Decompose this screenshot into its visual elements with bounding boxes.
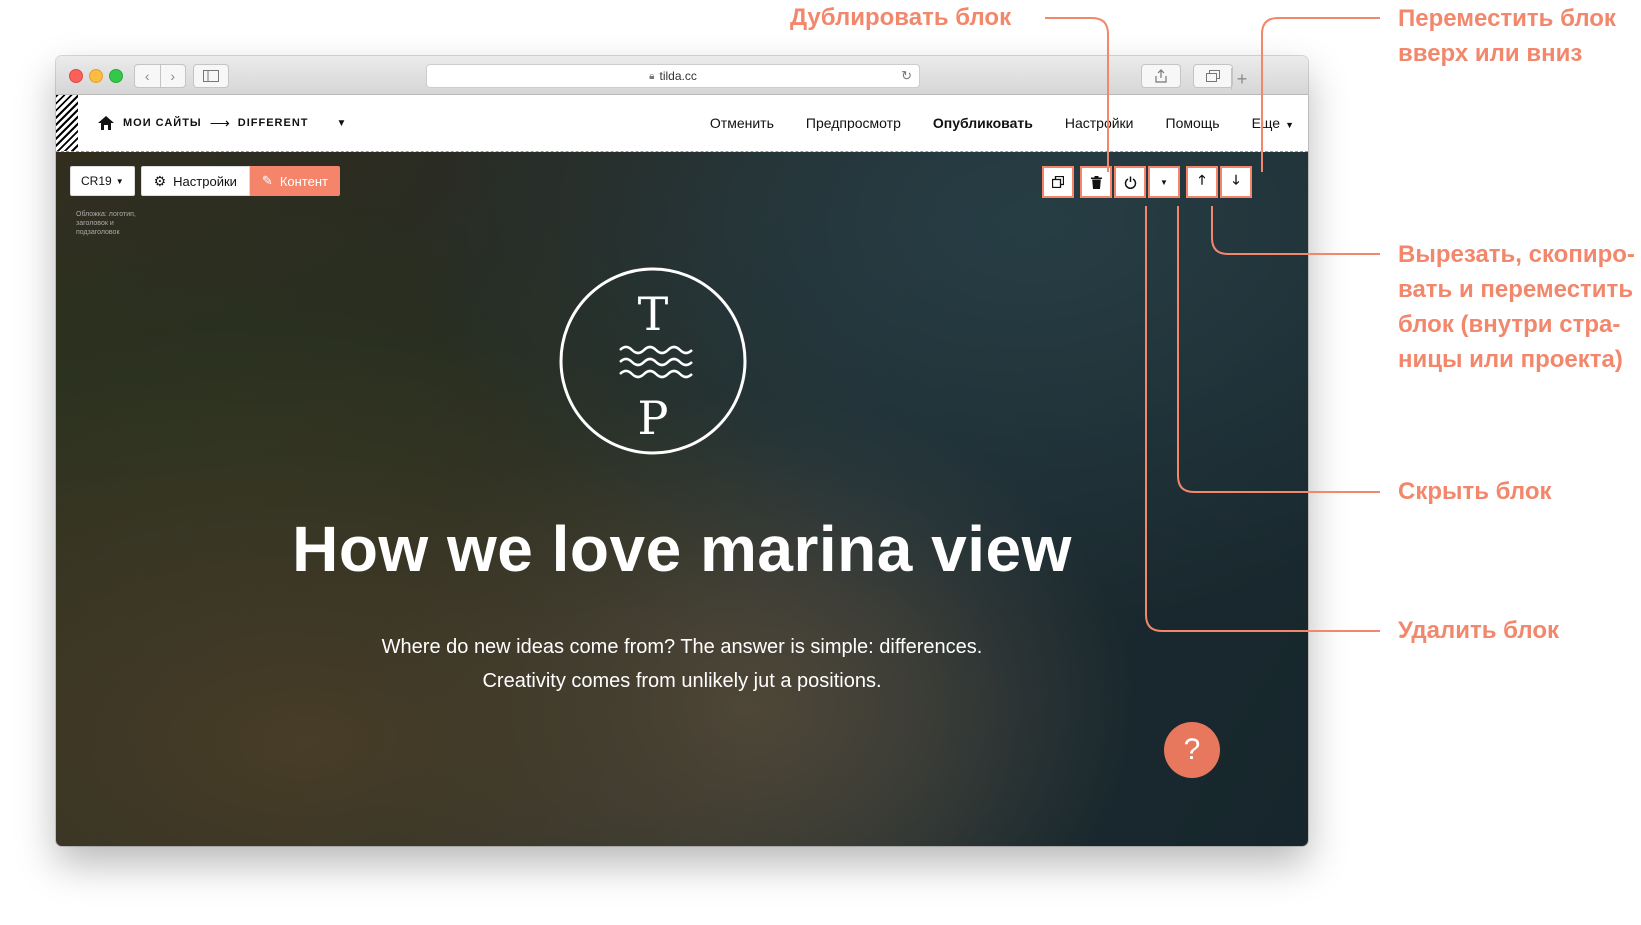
- callout-delete: Удалить блок: [1398, 617, 1560, 644]
- callout-move: Переместить блок вверх или вниз: [1398, 1, 1616, 71]
- callout-cut-copy-move: Вырезать, скопиро- вать и переместить бл…: [1398, 237, 1635, 377]
- callout-move-line-2: вверх или вниз: [1398, 40, 1583, 67]
- callout-move-line-1: Переместить блок: [1398, 5, 1616, 32]
- callout-leader-lines: [1045, 17, 1380, 632]
- callout-cut-line-1: Вырезать, скопиро-: [1398, 241, 1635, 268]
- callout-cut-line-3: блок (внутри стра-: [1398, 311, 1621, 338]
- callout-duplicate: Дублировать блок: [790, 4, 1012, 31]
- callout-cut-line-4: ницы или проекта): [1398, 346, 1623, 373]
- callout-hide: Скрыть блок: [1398, 478, 1552, 505]
- callout-cut-line-2: вать и переместить: [1398, 276, 1634, 303]
